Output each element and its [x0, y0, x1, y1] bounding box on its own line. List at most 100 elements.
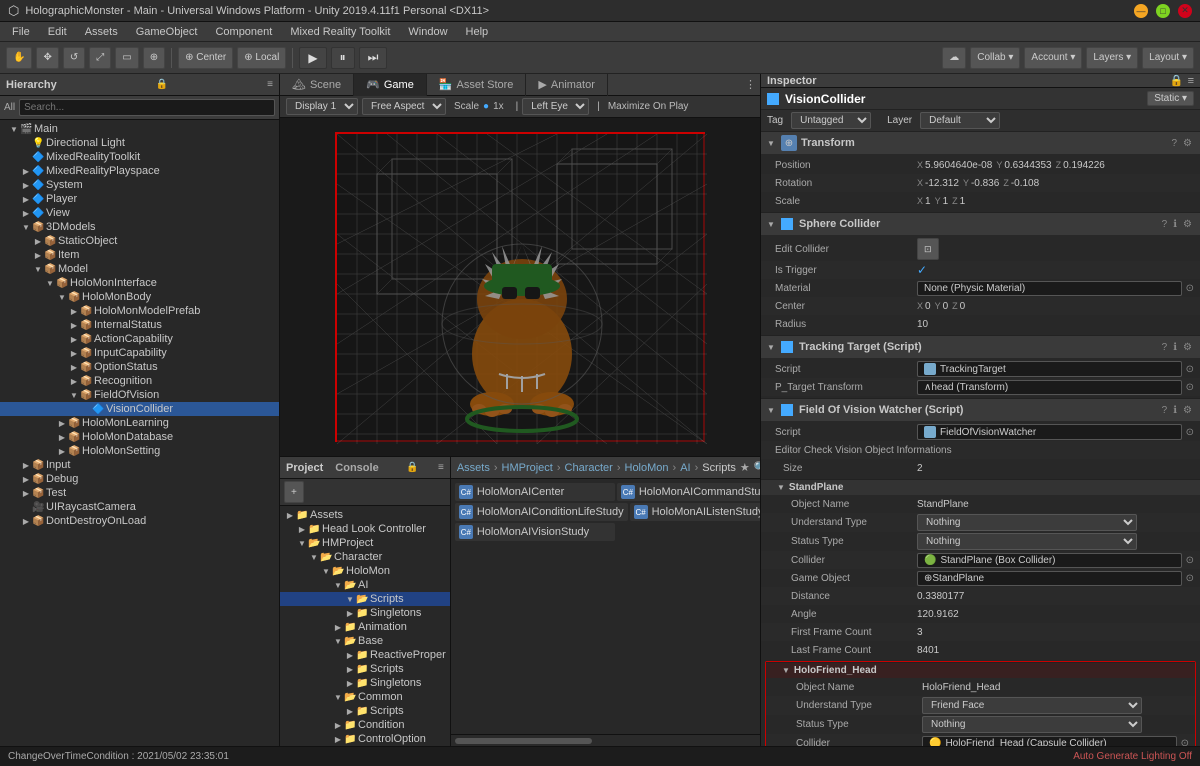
minimize-button[interactable]: — — [1134, 4, 1148, 18]
component-info-button[interactable]: ℹ — [1171, 405, 1179, 416]
menu-component[interactable]: Component — [207, 24, 280, 40]
tab-game[interactable]: 🎮 Game — [354, 74, 427, 96]
tree-item-action-capability[interactable]: ▶ 📦 ActionCapability — [0, 332, 279, 346]
tab-animator[interactable]: ▶ Animator — [526, 74, 608, 96]
script-ref[interactable]: FieldOfVisionWatcher — [917, 424, 1182, 440]
tree-item-uiraycast[interactable]: 🎥 UIRaycastCamera — [0, 500, 279, 514]
static-button[interactable]: Static ▾ — [1147, 91, 1194, 106]
menu-window[interactable]: Window — [400, 24, 455, 40]
tree-item-holomon-database[interactable]: ▶ 📦 HoloMonDatabase — [0, 430, 279, 444]
tree-item-mrtk[interactable]: 🔷 MixedRealityToolkit — [0, 150, 279, 164]
tree-item-holomon-modelprefab[interactable]: ▶ 📦 HoloMonModelPrefab — [0, 304, 279, 318]
tree-item-model[interactable]: ▼ 📦 Model — [0, 262, 279, 276]
tree-item-fieldofvision[interactable]: ▼ 📦 FieldOfVision — [0, 388, 279, 402]
breadcrumb-ai[interactable]: AI — [680, 462, 690, 474]
project-tree-ai[interactable]: ▼ 📂 AI — [280, 578, 450, 592]
material-value[interactable]: None (Physic Material) — [917, 281, 1182, 296]
sp-collider-target-icon[interactable]: ⊙ — [1186, 555, 1194, 566]
sp-collider-ref[interactable]: 🟢 StandPlane (Box Collider) — [917, 553, 1182, 568]
component-settings-button[interactable]: ⚙ — [1181, 138, 1194, 149]
file-holomon-aicommand[interactable]: C# HoloMonAICommandStudy — [617, 483, 777, 501]
hf-understandtype-select[interactable]: Friend Face — [922, 697, 1142, 714]
project-tree-base[interactable]: ▼ 📂 Base — [280, 634, 450, 648]
tab-options-icon[interactable]: ⋮ — [745, 78, 756, 91]
project-tree-hmproject[interactable]: ▼ 📂 HMProject — [280, 536, 450, 550]
close-button[interactable]: ✕ — [1178, 4, 1192, 18]
tree-item-staticobj[interactable]: ▶ 📦 StaticObject — [0, 234, 279, 248]
hf-statustype-select[interactable]: Nothing — [922, 716, 1142, 733]
tree-item-dontdestroyonload[interactable]: ▶ 📦 DontDestroyOnLoad — [0, 514, 279, 528]
tree-item-debug[interactable]: ▶ 📦 Debug — [0, 472, 279, 486]
tree-item-player[interactable]: ▶ 🔷 Player — [0, 192, 279, 206]
tree-item-system[interactable]: ▶ 🔷 System — [0, 178, 279, 192]
scale-slider[interactable]: ● — [483, 101, 489, 112]
collab-button[interactable]: Collab ▾ — [970, 47, 1020, 69]
play-button[interactable]: ▶ — [299, 47, 326, 69]
project-tree-condition[interactable]: ▶ 📁 Condition — [280, 718, 450, 732]
horizontal-scrollbar[interactable] — [455, 738, 592, 744]
tree-item-mrplayspace[interactable]: ▶ 🔷 MixedRealityPlayspace — [0, 164, 279, 178]
rect-tool-button[interactable]: ▭ — [115, 47, 138, 69]
menu-help[interactable]: Help — [458, 24, 497, 40]
tree-item-3dmodels[interactable]: ▼ 📦 3DModels — [0, 220, 279, 234]
component-info-button[interactable]: ℹ — [1171, 342, 1179, 353]
component-help-button[interactable]: ? — [1160, 342, 1170, 353]
tree-item-dirlight[interactable]: 💡 Directional Light — [0, 136, 279, 150]
tab-asset-store[interactable]: 🏪 Asset Store — [427, 74, 527, 96]
transform-header[interactable]: ▼ ⊕ Transform ? ⚙ — [761, 132, 1200, 154]
file-holomon-aivision[interactable]: C# HoloMonAIVisionStudy — [455, 523, 615, 541]
aspect-select[interactable]: Free Aspect — [362, 98, 446, 115]
component-active-checkbox[interactable] — [781, 404, 793, 416]
pause-button[interactable]: ⏸ — [331, 47, 355, 69]
layers-button[interactable]: Layers ▾ — [1086, 47, 1138, 69]
account-button[interactable]: Account ▾ — [1024, 47, 1082, 69]
project-tree-scripts[interactable]: ▼ 📂 Scripts — [280, 592, 450, 606]
project-tree-headlook[interactable]: ▶ 📁 Head Look Controller — [280, 522, 450, 536]
component-settings-button[interactable]: ⚙ — [1181, 405, 1194, 416]
sp-gameobj-ref[interactable]: ⊕StandPlane — [917, 571, 1182, 586]
tab-scene[interactable]: 🏔 Scene — [280, 74, 354, 96]
project-tree-singletons[interactable]: ▶ 📁 Singletons — [280, 606, 450, 620]
script-target-icon[interactable]: ⊙ — [1186, 427, 1194, 438]
script-ref[interactable]: TrackingTarget — [917, 361, 1182, 377]
rotate-tool-button[interactable]: ↺ — [63, 47, 85, 69]
menu-file[interactable]: File — [4, 24, 38, 40]
project-tree-assets[interactable]: ▶ 📁 Assets — [280, 508, 450, 522]
step-button[interactable]: ⏭ — [359, 47, 388, 69]
cloud-button[interactable]: ☁ — [942, 47, 966, 69]
project-tab[interactable]: Project — [286, 462, 323, 474]
project-menu-icon[interactable]: ≡ — [438, 462, 444, 473]
project-tree-character[interactable]: ▼ 📂 Character — [280, 550, 450, 564]
p-target-ref[interactable]: ∧head (Transform) — [917, 380, 1182, 395]
breadcrumb-holomon[interactable]: HoloMon — [625, 462, 669, 474]
project-tree-singletons2[interactable]: ▶ 📁 Singletons — [280, 676, 450, 690]
scale-tool-button[interactable]: ⤢ — [89, 47, 111, 69]
tree-item-holomon-interface[interactable]: ▼ 📦 HoloMonInterface — [0, 276, 279, 290]
tree-item-internal-status[interactable]: ▶ 📦 InternalStatus — [0, 318, 279, 332]
move-tool-button[interactable]: ✥ — [36, 47, 58, 69]
menu-edit[interactable]: Edit — [40, 24, 75, 40]
tree-item-input-capability[interactable]: ▶ 📦 InputCapability — [0, 346, 279, 360]
favorite-icon[interactable]: ★ — [740, 461, 750, 474]
component-settings-button[interactable]: ⚙ — [1181, 219, 1194, 230]
sphere-collider-header[interactable]: ▼ Sphere Collider ? ℹ ⚙ — [761, 213, 1200, 235]
edit-collider-button[interactable]: ⊡ — [917, 238, 939, 260]
tree-item-item[interactable]: ▶ 📦 Item — [0, 248, 279, 262]
tag-select[interactable]: Untagged — [791, 112, 871, 129]
project-tree-scripts2[interactable]: ▶ 📁 Scripts — [280, 662, 450, 676]
tree-item-holomon-learning[interactable]: ▶ 📦 HoloMonLearning — [0, 416, 279, 430]
project-tree-animation[interactable]: ▶ 📁 Animation — [280, 620, 450, 634]
hf-collider-target-icon[interactable]: ⊙ — [1181, 738, 1189, 747]
fov-watcher-header[interactable]: ▼ Field Of Vision Watcher (Script) ? ℹ ⚙ — [761, 399, 1200, 421]
tracking-target-header[interactable]: ▼ Tracking Target (Script) ? ℹ ⚙ — [761, 336, 1200, 358]
holofriend-header[interactable]: ▼ HoloFriend_Head — [766, 662, 1195, 678]
project-tree-reactiveprop[interactable]: ▶ 📁 ReactiveProper — [280, 648, 450, 662]
inspector-lock-icon[interactable]: 🔒 — [1170, 74, 1184, 87]
material-target-icon[interactable]: ⊙ — [1186, 283, 1194, 294]
hierarchy-lock-icon[interactable]: 🔒 — [156, 79, 168, 90]
layer-select[interactable]: Default — [920, 112, 1000, 129]
hf-collider-ref[interactable]: 🟡 HoloFriend_Head (Capsule Collider) — [922, 736, 1177, 747]
script-target-icon[interactable]: ⊙ — [1186, 364, 1194, 375]
center-button[interactable]: ⊕ Center — [178, 47, 233, 69]
component-active-checkbox[interactable] — [781, 218, 793, 230]
